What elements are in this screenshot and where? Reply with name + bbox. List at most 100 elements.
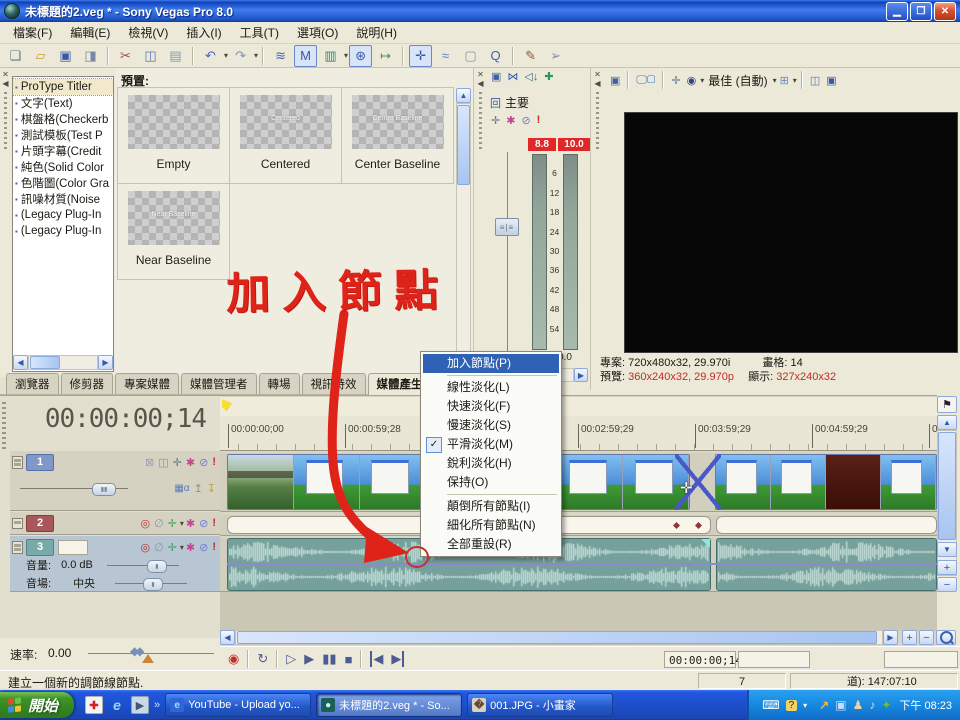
play-button[interactable]: ▶	[304, 651, 314, 667]
peak-left-readout[interactable]: 8.8	[528, 138, 556, 151]
taskbar-task-1[interactable]: ● 未標題的2.veg * - So...	[316, 693, 463, 717]
generator-panel-grip[interactable]: ✕ ◀	[0, 68, 11, 377]
taskbar-task-2[interactable]: � 001.JPG - 小畫家	[467, 693, 614, 717]
close-panel-icon[interactable]: ✕	[594, 70, 601, 79]
insert-fx-icon[interactable]: ✚	[544, 70, 553, 83]
scroll-thumb[interactable]	[457, 105, 470, 185]
generator-item[interactable]: ▪ 片頭字幕(Credit	[13, 143, 113, 159]
tab-0[interactable]: 瀏覽器	[6, 373, 59, 394]
project-properties-icon[interactable]: ▣	[610, 74, 620, 87]
ime-icon[interactable]: ?	[785, 699, 798, 711]
dropdown-arrow-icon[interactable]: ▾	[344, 51, 348, 60]
pause-button[interactable]: ▮▮	[322, 651, 336, 667]
scroll-right-button[interactable]: ▶	[883, 630, 898, 645]
normal-edit-tool-icon[interactable]: ✛	[409, 44, 433, 67]
context-menu-item[interactable]: 快速淡化(F)	[423, 397, 559, 416]
context-menu-item[interactable]: 顛倒所有節點(I)	[423, 497, 559, 516]
taskbar-task-0[interactable]: e YouTube - Upload yo...	[165, 693, 312, 717]
undo-icon[interactable]: ↶	[199, 45, 222, 67]
bypass-motion-blur-icon[interactable]: ⊠	[145, 456, 154, 469]
restore-button[interactable]: ❐	[910, 1, 932, 21]
lock-envelopes-icon[interactable]: ⊛	[349, 44, 373, 67]
marker-bar[interactable]	[220, 397, 937, 417]
mixer-properties-icon[interactable]: ▣	[491, 70, 501, 83]
scroll-left-button[interactable]: ◀	[13, 355, 28, 370]
generator-item[interactable]: ▪ 棋盤格(Checkerb	[13, 111, 113, 127]
preset-cell[interactable]: Centered Centered	[229, 87, 342, 184]
save-project-icon[interactable]: ▣	[54, 45, 77, 67]
drag-handle[interactable]	[2, 402, 6, 452]
track-minimize-icon[interactable]	[12, 540, 23, 554]
generator-item[interactable]: ▪ 訊噪材質(Noise	[13, 191, 113, 207]
collapse-panel-icon[interactable]: ◀	[2, 79, 8, 88]
scroll-right-button[interactable]: ▶	[574, 368, 588, 382]
menu-item-6[interactable]: 說明(H)	[347, 21, 406, 44]
pen-tool-icon[interactable]: ✎	[519, 45, 542, 67]
generator-item[interactable]: ▪ (Legacy Plug-In	[13, 207, 113, 223]
automation-icon[interactable]: ✛	[168, 517, 177, 530]
parent-composite-icon[interactable]: ▦α	[174, 483, 189, 494]
track-fx-icon[interactable]: ✱	[186, 517, 195, 530]
go-to-end-button[interactable]: ▶	[391, 651, 405, 667]
track1-level-slider[interactable]: ▮▮	[20, 482, 128, 496]
tab-5[interactable]: 視訊特效	[301, 373, 366, 394]
tab-4[interactable]: 轉場	[258, 373, 300, 394]
selection-start-box[interactable]	[738, 650, 810, 668]
zoom-out-track-height-button[interactable]: −	[937, 577, 957, 592]
tray-nvidia-icon[interactable]: ✦	[881, 698, 891, 712]
timeline-hscrollbar[interactable]: ◀ ▶ + −	[220, 630, 960, 646]
track2-lane[interactable]	[220, 515, 937, 536]
track3-number[interactable]: 3	[26, 538, 54, 556]
scroll-thumb[interactable]	[30, 356, 60, 369]
phase-invert-icon[interactable]: ∅	[154, 541, 164, 554]
presets-vscrollbar[interactable]: ▲ ▼	[456, 88, 472, 374]
copy-icon[interactable]: ◫	[139, 45, 162, 67]
track-name-field[interactable]	[58, 539, 88, 555]
menu-item-0[interactable]: 檔案(F)	[4, 21, 61, 44]
phase-invert-icon[interactable]: ∅	[154, 517, 164, 530]
copy-snapshot-icon[interactable]: ◫	[810, 74, 820, 87]
context-menu-item[interactable]: 慢速淡化(S)	[423, 416, 559, 435]
insert-axis-icon[interactable]: ▥	[319, 45, 342, 67]
mute-icon[interactable]: ⊘	[199, 541, 208, 554]
rate-slider-handle[interactable]: ◆◆	[130, 644, 145, 658]
preset-cell[interactable]: Empty	[117, 87, 230, 184]
track3-header[interactable]: 3 ◎ ∅ ✛ ▾ ✱ ⊘ ! 音量: 0.0 dB ▮ 音場: 中央 ▮	[10, 536, 220, 592]
context-menu-item[interactable]: 保持(O)	[423, 473, 559, 492]
language-options-chevron[interactable]: ▾	[803, 701, 807, 710]
generator-item[interactable]: ▪ 文字(Text)	[13, 95, 113, 111]
volume-slider[interactable]: ▮	[106, 559, 179, 573]
marker-tool-button[interactable]: ⚑	[937, 396, 957, 413]
new-project-icon[interactable]: ❏	[4, 45, 27, 67]
generator-item[interactable]: ▪ ProType Titler	[13, 78, 113, 96]
generator-item[interactable]: ▪ (Legacy Plug-In	[13, 223, 113, 239]
scroll-up-button[interactable]: ▲	[456, 88, 471, 103]
context-menu-item[interactable]: 平滑淡化(M) ✓	[423, 435, 559, 454]
cursor-position-box[interactable]: 00:00:00;14	[664, 650, 742, 668]
bus-fx-icon[interactable]: ✱	[506, 114, 515, 127]
menu-item-2[interactable]: 檢視(V)	[119, 21, 177, 44]
firstaid-app-icon[interactable]: ✚	[85, 696, 104, 714]
tab-1[interactable]: 修剪器	[60, 373, 113, 394]
tab-3[interactable]: 媒體管理者	[181, 373, 257, 394]
clock[interactable]: 下午 08:23	[899, 697, 952, 713]
context-menu-item[interactable]: 細化所有節點(N)	[423, 516, 559, 535]
mute-icon[interactable]: ⊘	[199, 517, 208, 530]
record-button[interactable]: ◉	[228, 651, 239, 667]
cut-icon[interactable]: ✂	[114, 45, 137, 67]
mute-icon[interactable]: ⊘	[199, 456, 208, 469]
zoom-edit-tool-icon[interactable]: Q	[484, 45, 507, 67]
fader-mode-icon[interactable]: ✛	[491, 114, 500, 127]
scroll-left-button[interactable]: ◀	[220, 630, 235, 645]
selection-edit-tool-icon[interactable]: ▢	[459, 45, 482, 67]
preset-thumbnail[interactable]: Centered	[239, 95, 332, 149]
menu-item-3[interactable]: 插入(I)	[177, 21, 230, 44]
collapse-panel-icon[interactable]: ◀	[477, 79, 483, 88]
close-panel-icon[interactable]: ✕	[2, 70, 9, 79]
close-panel-icon[interactable]: ✕	[477, 70, 484, 79]
track1-lane[interactable]: ✛	[220, 453, 937, 512]
scroll-right-button[interactable]: ▶	[98, 355, 113, 370]
project-properties-icon[interactable]: ◨	[79, 45, 102, 67]
start-button[interactable]: 開始	[0, 692, 75, 718]
language-keyboard-icon[interactable]: ⌨	[762, 698, 779, 712]
